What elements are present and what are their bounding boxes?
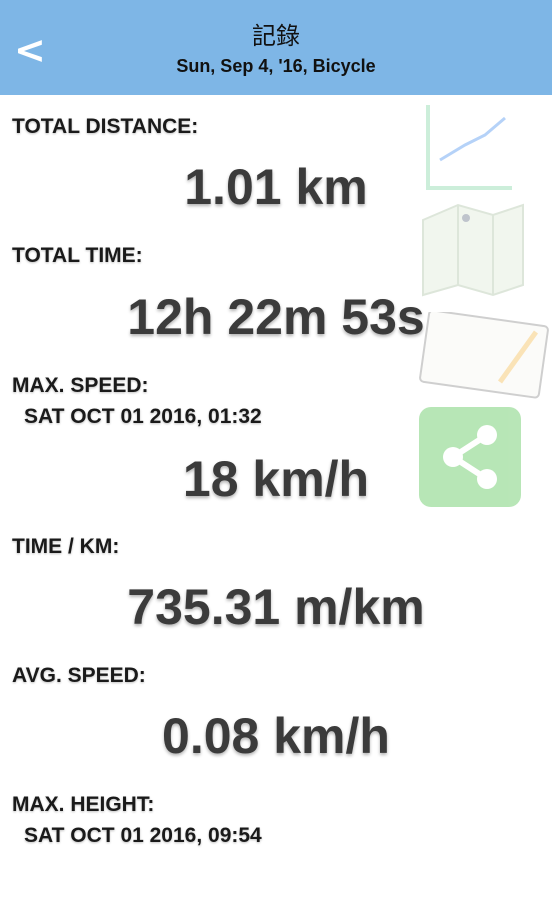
total-distance-value: 1.01 km xyxy=(184,159,368,215)
page-title: 記錄 xyxy=(252,22,300,50)
app-header: < 記錄 Sun, Sep 4, '16, Bicycle xyxy=(0,0,552,95)
max-height-timestamp: SAT OCT 01 2016, 09:54 xyxy=(24,824,262,847)
max-speed-timestamp: SAT OCT 01 2016, 01:32 xyxy=(24,405,262,428)
max-height-label: MAX. HEIGHT: xyxy=(12,793,155,816)
time-per-km-value: 735.31 m/km xyxy=(127,579,425,635)
total-time-value: 12h 22m 53s xyxy=(127,289,425,345)
max-speed-label: MAX. SPEED: xyxy=(12,374,149,397)
total-time-label: TOTAL TIME: xyxy=(12,244,143,267)
time-per-km-label: TIME / KM: xyxy=(12,535,120,558)
avg-speed-value: 0.08 km/h xyxy=(162,708,390,764)
page-subtitle: Sun, Sep 4, '16, Bicycle xyxy=(176,56,376,76)
total-distance-label: TOTAL DISTANCE: xyxy=(12,115,199,138)
avg-speed-label: AVG. SPEED: xyxy=(12,664,146,687)
max-speed-value: 18 km/h xyxy=(182,451,370,507)
